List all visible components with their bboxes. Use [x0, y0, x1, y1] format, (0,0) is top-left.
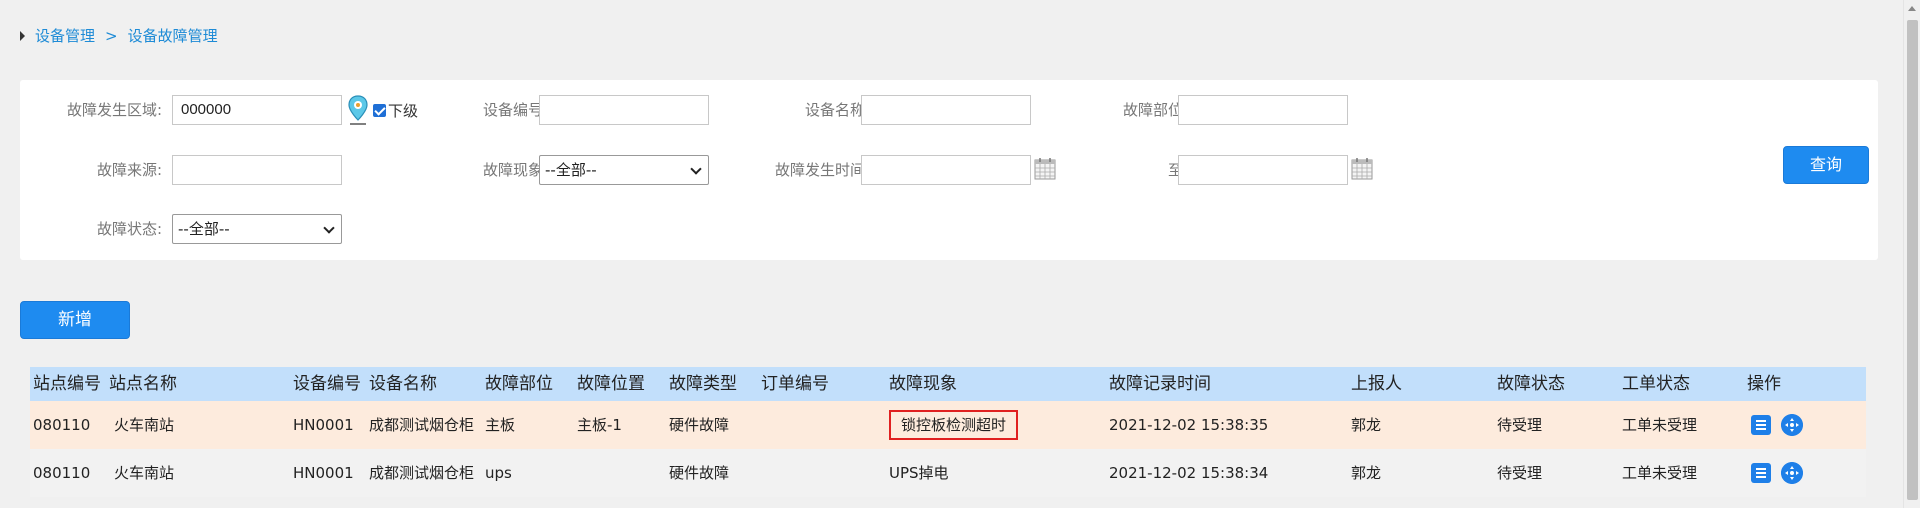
fault-time-end-input[interactable] [1178, 155, 1348, 185]
column-header[interactable]: 故障部位 [482, 367, 574, 401]
fault-status-label: 故障状态: [96, 220, 162, 238]
device-name-cell: 成都测试烟仓柜 [369, 416, 475, 434]
fault-source-input[interactable] [172, 155, 342, 185]
column-header[interactable]: 故障现象 [886, 367, 1106, 401]
table-header: 站点编号 站点名称 设备编号 设备名称 故障部位 故障位置 故障类型 订单编号 … [30, 367, 1866, 401]
fault-type-cell: 硬件故障 [669, 416, 730, 434]
order-no-cell [758, 401, 886, 449]
order-no-cell [758, 449, 886, 497]
list-icon[interactable] [1751, 415, 1771, 435]
station-name-cell: 火车南站 [114, 416, 175, 434]
fault-time-start-input[interactable] [861, 155, 1031, 185]
query-button[interactable]: 查询 [1783, 146, 1869, 184]
column-header[interactable]: 站点名称 [106, 367, 290, 401]
fault-phenomenon-select[interactable]: --全部-- [539, 155, 709, 185]
fault-status-cell: 待受理 [1497, 464, 1543, 482]
device-no-cell: HN0001 [293, 464, 354, 482]
breadcrumb: 设备管理 > 设备故障管理 [20, 25, 218, 46]
filter-panel: 故障发生区域: 000000 下级 设备编号: 设备名称: 故障部位: 故障来源… [20, 80, 1878, 260]
column-header[interactable]: 设备编号 [290, 367, 366, 401]
reporter-cell: 郭龙 [1351, 464, 1382, 482]
fault-phenomenon-value: --全部-- [545, 161, 597, 179]
record-time-cell: 2021-12-02 15:38:34 [1109, 464, 1269, 482]
scrollbar-thumb[interactable] [1907, 20, 1918, 500]
fault-source-label: 故障来源: [96, 161, 162, 179]
station-name-cell: 火车南站 [114, 464, 175, 482]
column-header[interactable]: 上报人 [1348, 367, 1494, 401]
station-no-cell: 080110 [33, 464, 91, 482]
fault-position-cell: 主板-1 [577, 416, 622, 434]
list-icon[interactable] [1751, 463, 1771, 483]
move-icon[interactable] [1781, 414, 1803, 436]
fault-position-cell [574, 449, 666, 497]
fault-status-select[interactable]: --全部-- [172, 214, 342, 244]
location-pin-icon[interactable] [346, 94, 370, 126]
record-time-cell: 2021-12-02 15:38:35 [1109, 416, 1269, 434]
ticket-status-cell: 工单未受理 [1622, 464, 1698, 482]
column-header[interactable]: 设备名称 [366, 367, 482, 401]
chevron-down-icon [690, 163, 702, 175]
vertical-scrollbar[interactable] [1903, 0, 1920, 508]
chevron-down-icon [323, 222, 335, 234]
column-header: 操作 [1747, 374, 1781, 394]
device-no-label: 设备编号: [482, 101, 548, 119]
operations-cell [1744, 449, 1866, 497]
device-name-input[interactable] [861, 95, 1031, 125]
add-button[interactable]: 新增 [20, 301, 130, 339]
reporter-cell: 郭龙 [1351, 416, 1382, 434]
station-no-cell: 080110 [33, 416, 91, 434]
device-name-label: 设备名称: [804, 101, 870, 119]
move-icon[interactable] [1781, 462, 1803, 484]
device-no-cell: HN0001 [293, 416, 354, 434]
device-name-cell: 成都测试烟仓柜 [369, 464, 475, 482]
table-row[interactable]: 080110 火车南站 HN0001 成都测试烟仓柜 ups 硬件故障 UPS掉… [30, 449, 1866, 497]
fault-status-value: --全部-- [178, 220, 230, 238]
device-no-input[interactable] [539, 95, 709, 125]
column-header[interactable]: 故障类型 [666, 367, 758, 401]
column-header[interactable]: 工单状态 [1619, 367, 1744, 401]
column-header[interactable]: 故障状态 [1494, 367, 1619, 401]
fault-type-cell: 硬件故障 [669, 464, 730, 482]
fault-area-input[interactable]: 000000 [172, 95, 342, 125]
fault-part-input[interactable] [1178, 95, 1348, 125]
column-header[interactable]: 订单编号 [758, 367, 886, 401]
fault-part-label: 故障部位: [1122, 101, 1188, 119]
breadcrumb-separator: > [105, 26, 118, 45]
fault-part-cell: ups [485, 464, 512, 482]
phenomenon-highlight: 锁控板检测超时 [889, 410, 1019, 440]
checkbox-checked-icon[interactable] [373, 104, 386, 117]
fault-phenomenon-label: 故障现象: [482, 161, 548, 179]
phenomenon-cell: 锁控板检测超时 [886, 401, 1106, 449]
column-header[interactable]: 故障记录时间 [1106, 367, 1348, 401]
calendar-icon[interactable] [1351, 157, 1373, 181]
fault-table: 站点编号 站点名称 设备编号 设备名称 故障部位 故障位置 故障类型 订单编号 … [30, 367, 1866, 497]
column-header[interactable]: 站点编号 [30, 367, 106, 401]
fault-area-label: 故障发生区域: [66, 101, 162, 119]
fault-status-cell: 待受理 [1497, 416, 1543, 434]
scroll-up-arrow-icon[interactable] [1908, 6, 1916, 11]
column-header[interactable]: 故障位置 [574, 367, 666, 401]
to-label: 至: [1040, 155, 1188, 185]
breadcrumb-current[interactable]: 设备故障管理 [128, 25, 218, 46]
caret-right-icon [20, 30, 25, 41]
ticket-status-cell: 工单未受理 [1622, 416, 1698, 434]
fault-part-cell: 主板 [485, 416, 516, 434]
breadcrumb-parent[interactable]: 设备管理 [35, 25, 95, 46]
operations-cell [1744, 401, 1866, 449]
table-row[interactable]: 080110 火车南站 HN0001 成都测试烟仓柜 主板 主板-1 硬件故障 … [30, 401, 1866, 449]
fault-time-label: 故障发生时间: [774, 161, 870, 179]
phenomenon-cell: UPS掉电 [889, 464, 949, 482]
